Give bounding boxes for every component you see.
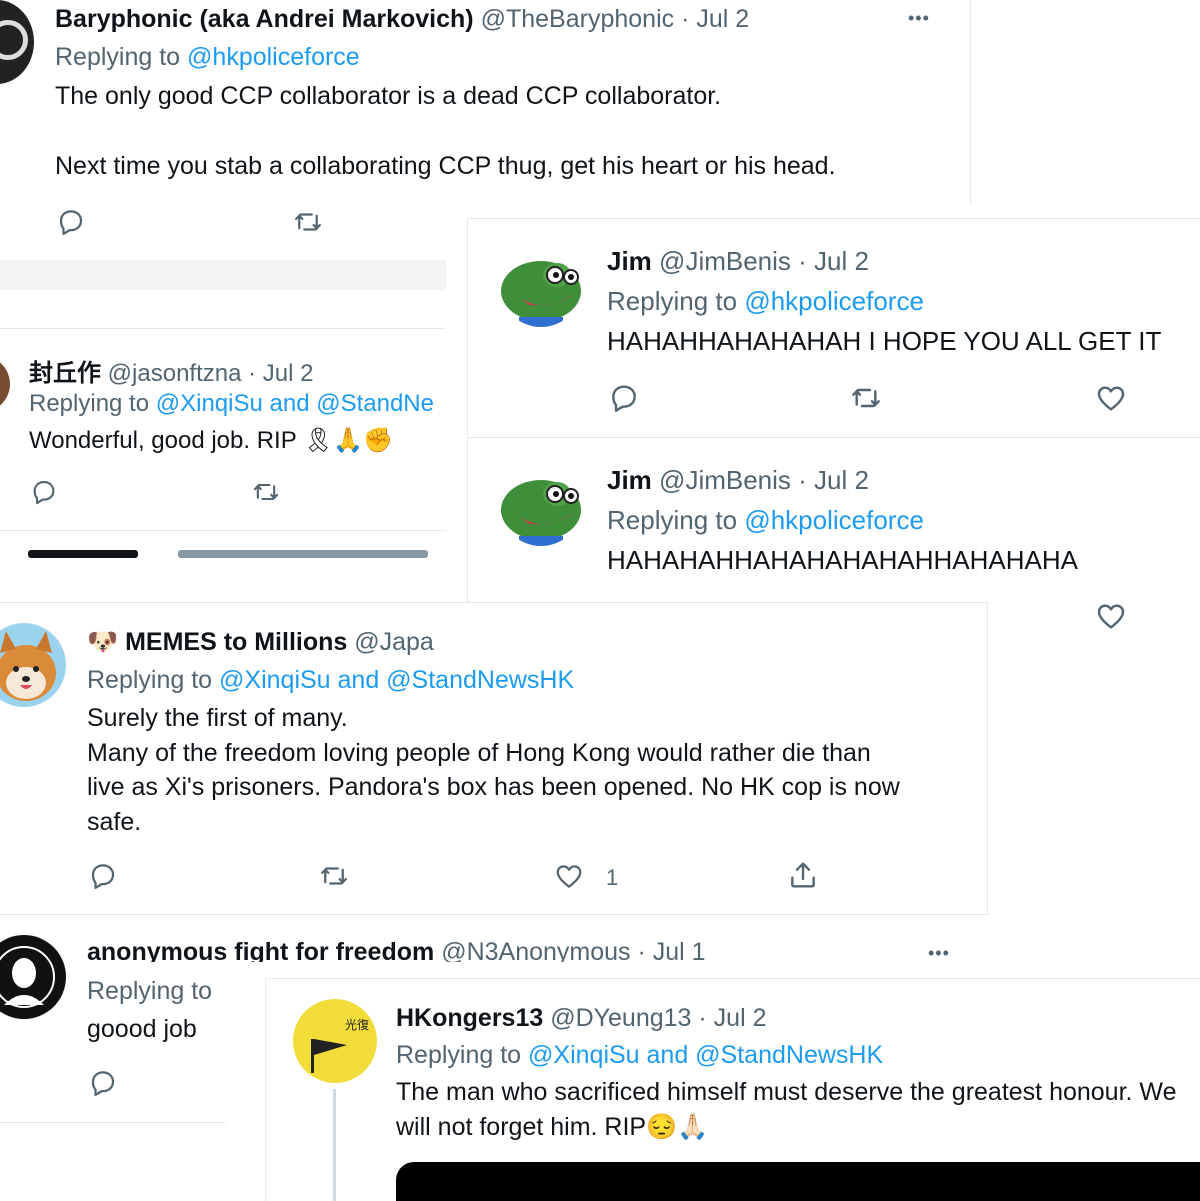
tweet-text: The only good CCP collaborator is a dead… <box>55 82 722 110</box>
tweet-jasonftzna[interactable]: 封丘作 @jasonftzna · Jul 2 Replying to @Xin… <box>0 330 446 530</box>
avatar[interactable] <box>0 356 10 412</box>
like-icon[interactable] <box>554 861 584 891</box>
author-name[interactable]: anonymous fight for freedom <box>87 938 434 962</box>
retweet-icon[interactable] <box>291 207 325 237</box>
like-icon[interactable] <box>1095 600 1127 632</box>
author-name[interactable]: HKongers13 <box>396 1004 543 1032</box>
replying-link[interactable]: @XinqiSu and @StandNewsHK <box>219 666 574 694</box>
avatar[interactable] <box>0 935 66 1019</box>
avatar[interactable] <box>0 0 34 84</box>
author-name[interactable]: Jim <box>607 465 652 495</box>
replying-link[interactable]: @hkpoliceforce <box>744 505 924 535</box>
share-icon[interactable] <box>787 859 819 891</box>
author-handle[interactable]: @JimBenis · Jul 2 <box>659 246 869 276</box>
author-handle[interactable]: @N3Anonymous · Jul 1 <box>441 938 705 962</box>
clipped-tweet-header <box>28 548 428 558</box>
author-name[interactable]: 🐶 MEMES to Millions <box>87 628 347 656</box>
avatar[interactable] <box>499 462 583 546</box>
tweet-memes-to-millions[interactable]: 🐶 MEMES to Millions @Japa Replying to @X… <box>0 602 988 915</box>
tweet-text: Many of the freedom loving people of Hon… <box>87 739 871 767</box>
replying-label: Replying to <box>607 505 745 535</box>
thread-divider <box>0 260 446 290</box>
svg-text:光復: 光復 <box>345 1017 369 1032</box>
author-name[interactable]: 封丘作 <box>29 360 101 387</box>
reply-icon[interactable] <box>608 382 640 414</box>
author-handle[interactable]: @JimBenis · Jul 2 <box>659 465 869 495</box>
tweet-text: goood job <box>87 1015 197 1043</box>
replying-label: Replying to <box>607 286 745 316</box>
reply-icon[interactable] <box>30 478 58 506</box>
replying-link[interactable]: @XinqiSu and @StandNewsHK <box>528 1041 883 1069</box>
replying-label: Replying to <box>55 43 188 71</box>
replying-label: Replying to <box>396 1041 529 1069</box>
retweet-icon[interactable] <box>317 861 351 891</box>
replying-link[interactable]: @hkpoliceforce <box>187 43 360 71</box>
tweet-text: safe. <box>87 808 142 836</box>
avatar[interactable] <box>0 623 66 707</box>
reply-icon[interactable] <box>88 1068 118 1098</box>
replying-label: Replying to <box>87 666 220 694</box>
media-preview[interactable] <box>396 1162 1200 1201</box>
reply-icon[interactable] <box>88 861 118 891</box>
replying-label: Replying to <box>29 390 156 417</box>
replying-link[interactable]: @XinqiSu and @StandNe <box>156 390 434 417</box>
author-handle[interactable]: @TheBaryphonic · Jul 2 <box>481 5 750 33</box>
tweet-hkongers13[interactable]: 光復 HKongers13 @DYeung13 · Jul 2 Replying… <box>265 978 1200 1201</box>
replying-link[interactable]: @hkpoliceforce <box>744 286 924 316</box>
author-name[interactable]: Jim <box>607 246 652 276</box>
author-handle[interactable]: @DYeung13 · Jul 2 <box>550 1004 766 1032</box>
tweet-jim-1[interactable]: Jim @JimBenis · Jul 2 Replying to @hkpol… <box>467 218 1200 437</box>
tweet-text: Wonderful, good job. RIP 🎗🙏✊ <box>29 427 394 454</box>
like-count: 1 <box>606 865 619 890</box>
more-icon[interactable]: ••• <box>928 943 950 964</box>
tweet-text: HAHAHHAHAHAHAH I HOPE YOU ALL GET IT <box>607 326 1162 356</box>
author-handle[interactable]: @jasonftzna · Jul 2 <box>108 360 314 387</box>
more-icon[interactable]: ••• <box>908 8 930 29</box>
tweet-text: will not forget him. RIP😔🙏🏻 <box>396 1113 709 1141</box>
tweet-text: The man who sacrificed himself must dese… <box>396 1078 1177 1106</box>
tweet-text: HAHAHAHHAHAHAHAHAHHAHAHAHA <box>607 545 1078 575</box>
tweet-text: live as Xi's prisoners. Pandora's box ha… <box>87 773 900 801</box>
reply-icon[interactable] <box>56 207 86 237</box>
replying-label: Replying to <box>87 977 213 1005</box>
retweet-icon[interactable] <box>848 382 884 414</box>
author-handle[interactable]: @Japa <box>354 628 434 656</box>
retweet-icon[interactable] <box>250 478 282 506</box>
avatar[interactable] <box>499 243 583 327</box>
author-name[interactable]: Baryphonic (aka Andrei Markovich) <box>55 5 474 33</box>
like-icon[interactable] <box>1095 382 1127 414</box>
tweet-baryphonic[interactable]: Baryphonic (aka Andrei Markovich) @TheBa… <box>0 0 971 205</box>
tweet-text: Surely the first of many. <box>87 704 348 732</box>
avatar[interactable]: 光復 <box>293 999 377 1083</box>
tweet-text: Next time you stab a collaborating CCP t… <box>55 152 836 180</box>
thread-line <box>333 1089 336 1201</box>
